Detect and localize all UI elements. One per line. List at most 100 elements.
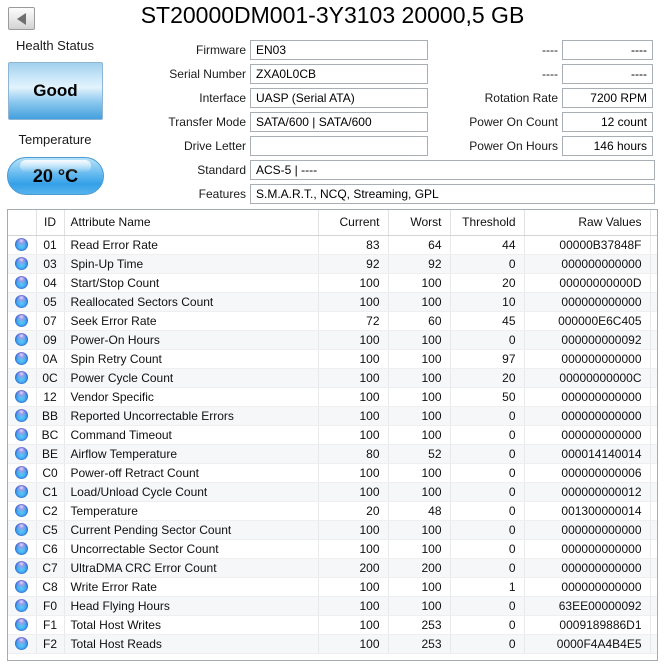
cell-filler	[650, 577, 657, 597]
cell-worst: 52	[388, 444, 451, 464]
smart-attribute-row[interactable]: 03 Spin-Up Time 92 92 0 000000000000	[8, 254, 657, 274]
field-label: Power On Count	[469, 115, 558, 129]
cell-threshold: 45	[450, 311, 525, 331]
cell-worst: 92	[388, 254, 451, 274]
field-value-box[interactable]: ----	[562, 64, 653, 84]
cell-name: Reallocated Sectors Count	[64, 292, 319, 312]
cell-id: C7	[36, 558, 65, 578]
smart-attribute-row[interactable]: C5 Current Pending Sector Count 100 100 0 000…	[8, 520, 657, 540]
cell-threshold: 0	[450, 615, 525, 635]
smart-attribute-row[interactable]: F2 Total Host Reads 100 253 0 0000F4A4B4E5	[8, 634, 657, 654]
field-value-box[interactable]: UASP (Serial ATA)	[250, 88, 428, 108]
cell-name: Power-On Hours	[64, 330, 319, 350]
cell-filler	[650, 558, 657, 578]
status-cell	[8, 387, 37, 407]
field-value-box[interactable]: 146 hours	[562, 136, 653, 156]
cell-threshold: 0	[450, 254, 525, 274]
column-header-raw-values[interactable]: Raw Values	[524, 210, 651, 236]
column-header-attribute-name[interactable]: Attribute Name	[64, 210, 319, 236]
field-value-box[interactable]: 12 count	[562, 112, 653, 132]
status-orb-icon	[15, 237, 29, 251]
cell-name: Seek Error Rate	[64, 311, 319, 331]
cell-name: UltraDMA CRC Error Count	[64, 558, 319, 578]
column-header-worst[interactable]: Worst	[388, 210, 451, 236]
smart-attribute-row[interactable]: 05 Reallocated Sectors Count 100 100 10 00000…	[8, 292, 657, 312]
field-label: Features	[198, 187, 246, 201]
field-label: Transfer Mode	[168, 115, 246, 129]
smart-attribute-row[interactable]: BE Airflow Temperature 80 52 0 000014140014	[8, 444, 657, 464]
cell-filler	[650, 634, 657, 654]
smart-attribute-row[interactable]: 09 Power-On Hours 100 100 0 000000000092	[8, 330, 657, 350]
smart-attribute-row[interactable]: BC Command Timeout 100 100 0 000000000000	[8, 425, 657, 445]
smart-attribute-row[interactable]: 0A Spin Retry Count 100 100 97 000000000000	[8, 349, 657, 369]
cell-raw: 000000E6C405	[524, 311, 651, 331]
field-value-box[interactable]: SATA/600 | SATA/600	[250, 112, 428, 132]
smart-attribute-row[interactable]: BB Reported Uncorrectable Errors 100 100 0 00…	[8, 406, 657, 426]
smart-attribute-row[interactable]: F0 Head Flying Hours 100 100 0 63EE00000092	[8, 596, 657, 616]
cell-threshold: 0	[450, 634, 525, 654]
smart-attribute-row[interactable]: C1 Load/Unload Cycle Count 100 100 0 00000000…	[8, 482, 657, 502]
column-header-status[interactable]	[8, 210, 37, 236]
field-value-box[interactable]: 7200 RPM	[562, 88, 653, 108]
smart-attribute-row[interactable]: C8 Write Error Rate 100 100 1 000000000000	[8, 577, 657, 597]
cell-id: 01	[36, 235, 65, 255]
cell-worst: 100	[388, 482, 451, 502]
smart-attribute-row[interactable]: C2 Temperature 20 48 0 001300000014	[8, 501, 657, 521]
column-header-id[interactable]: ID	[36, 210, 65, 236]
smart-attribute-row[interactable]: F1 Total Host Writes 100 253 0 0009189886D1	[8, 615, 657, 635]
cell-threshold: 20	[450, 368, 525, 388]
smart-attribute-row[interactable]: C0 Power-off Retract Count 100 100 0 00000000…	[8, 463, 657, 483]
cell-threshold: 0	[450, 596, 525, 616]
smart-attribute-row[interactable]: C6 Uncorrectable Sector Count 100 100 0 00000…	[8, 539, 657, 559]
cell-threshold: 44	[450, 235, 525, 255]
smart-attribute-row[interactable]: C7 UltraDMA CRC Error Count 200 200 0 0000000…	[8, 558, 657, 578]
smart-attribute-row[interactable]: 01 Read Error Rate 83 64 44 00000B37848F	[8, 235, 657, 255]
smart-attribute-row[interactable]: 0C Power Cycle Count 100 100 20 00000000000C	[8, 368, 657, 388]
cell-raw: 63EE00000092	[524, 596, 651, 616]
status-cell	[8, 254, 37, 274]
cell-raw: 0000F4A4B4E5	[524, 634, 651, 654]
cell-threshold: 0	[450, 501, 525, 521]
cell-id: 04	[36, 273, 65, 293]
cell-id: BE	[36, 444, 65, 464]
cell-filler	[650, 615, 657, 635]
status-orb-icon	[15, 313, 29, 327]
cell-filler	[650, 539, 657, 559]
field-value-box[interactable]: ACS-5 | ----	[250, 160, 655, 180]
smart-attribute-row[interactable]: 07 Seek Error Rate 72 60 45 000000E6C405	[8, 311, 657, 331]
cell-threshold: 0	[450, 558, 525, 578]
field-value-box[interactable]: S.M.A.R.T., NCQ, Streaming, GPL	[250, 184, 655, 204]
status-cell	[8, 520, 37, 540]
field-value-box[interactable]: ----	[562, 40, 653, 60]
cell-worst: 200	[388, 558, 451, 578]
cell-threshold: 0	[450, 463, 525, 483]
field-value-box[interactable]: ZXA0L0CB	[250, 64, 428, 84]
field-value-box[interactable]: EN03	[250, 40, 428, 60]
field-value-box[interactable]	[250, 136, 428, 156]
status-cell	[8, 558, 37, 578]
column-header-current[interactable]: Current	[318, 210, 389, 236]
cell-current: 100	[318, 273, 389, 293]
cell-worst: 100	[388, 577, 451, 597]
status-cell	[8, 330, 37, 350]
cell-filler	[650, 292, 657, 312]
temperature-value-button[interactable]: 20 °C	[7, 157, 104, 195]
smart-attribute-row[interactable]: 12 Vendor Specific 100 100 50 000000000000	[8, 387, 657, 407]
cell-id: F2	[36, 634, 65, 654]
status-cell	[8, 577, 37, 597]
field-row: Standard ACS-5 | ----	[110, 160, 655, 180]
cell-name: Load/Unload Cycle Count	[64, 482, 319, 502]
column-header-threshold[interactable]: Threshold	[450, 210, 525, 236]
cell-filler	[650, 311, 657, 331]
cell-threshold: 10	[450, 292, 525, 312]
status-cell	[8, 292, 37, 312]
status-orb-icon	[15, 294, 29, 308]
cell-filler	[650, 596, 657, 616]
smart-attribute-row[interactable]: 04 Start/Stop Count 100 100 20 00000000000D	[8, 273, 657, 293]
health-status-good-button[interactable]: Good	[8, 62, 103, 120]
cell-raw: 000000000000	[524, 539, 651, 559]
cell-threshold: 50	[450, 387, 525, 407]
status-cell	[8, 539, 37, 559]
status-cell	[8, 634, 37, 654]
status-orb-icon	[15, 579, 29, 593]
